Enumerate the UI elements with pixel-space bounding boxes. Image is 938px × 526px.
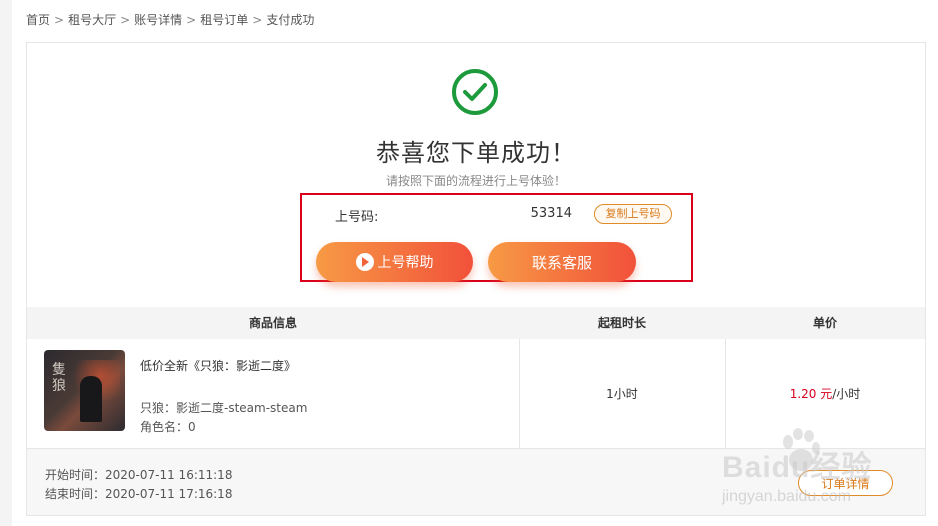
header-rent-duration: 起租时长 (597, 316, 646, 330)
breadcrumb-separator: > (252, 13, 263, 27)
order-footer: 开始时间：2020-07-11 16:11:18 结束时间：2020-07-11… (27, 449, 925, 515)
breadcrumb: 首页 > 租号大厅 > 账号详情 > 租号订单 > 支付成功 (26, 11, 314, 28)
login-code-label: 上号码: (335, 210, 379, 225)
breadcrumb-rent-hall[interactable]: 租号大厅 (68, 13, 116, 27)
breadcrumb-rent-order[interactable]: 租号订单 (200, 13, 248, 27)
header-unit-price: 单价 (812, 316, 837, 330)
breadcrumb-separator: > (186, 13, 197, 27)
product-role: 角色名：0 (140, 420, 196, 434)
success-subtitle: 请按照下面的流程进行上号体验！ (385, 174, 566, 188)
play-icon (355, 253, 374, 271)
breadcrumb-home[interactable]: 首页 (26, 13, 50, 27)
breadcrumb-separator: > (54, 13, 65, 27)
order-detail-button[interactable]: 订单详情 (798, 470, 893, 496)
order-table-header: 商品信息 起租时长 单价 (27, 307, 925, 339)
contact-service-button[interactable]: 联系客服 (488, 242, 636, 282)
order-success-panel: 恭喜您下单成功！ 请按照下面的流程进行上号体验！ 上号码: 53314 复制上号… (26, 42, 926, 516)
copy-login-code-button[interactable]: 复制上号码 (594, 204, 672, 224)
header-product-info: 商品信息 (248, 316, 297, 330)
breadcrumb-separator: > (120, 13, 131, 27)
breadcrumb-account-detail[interactable]: 账号详情 (134, 13, 182, 27)
game-cover-image: 隻狼 (44, 350, 125, 431)
price-amount: 1.20 元 (789, 387, 833, 401)
price-unit: /小时 (832, 387, 861, 401)
end-time: 结束时间：2020-07-11 17:16:18 (45, 487, 233, 501)
breadcrumb-current: 支付成功 (266, 13, 315, 27)
product-name[interactable]: 低价全新《只狼：影逝二度》 (140, 357, 296, 374)
login-help-label: 上号帮助 (377, 255, 434, 271)
check-circle-icon (452, 69, 498, 115)
unit-price-value: 1.20 元/小时 (725, 339, 925, 449)
table-row: 隻狼 低价全新《只狼：影逝二度》 只狼：影逝二度-steam-steam 角色名… (27, 339, 925, 449)
product-server: 只狼：影逝二度-steam-steam (140, 401, 308, 415)
login-help-button[interactable]: 上号帮助 (316, 242, 473, 282)
start-time: 开始时间：2020-07-11 16:11:18 (45, 468, 233, 482)
success-title: 恭喜您下单成功！ (376, 139, 576, 167)
rent-duration-value: 1小时 (606, 387, 638, 401)
left-edge-strip (0, 0, 12, 526)
login-code-value: 53314 (530, 206, 572, 221)
